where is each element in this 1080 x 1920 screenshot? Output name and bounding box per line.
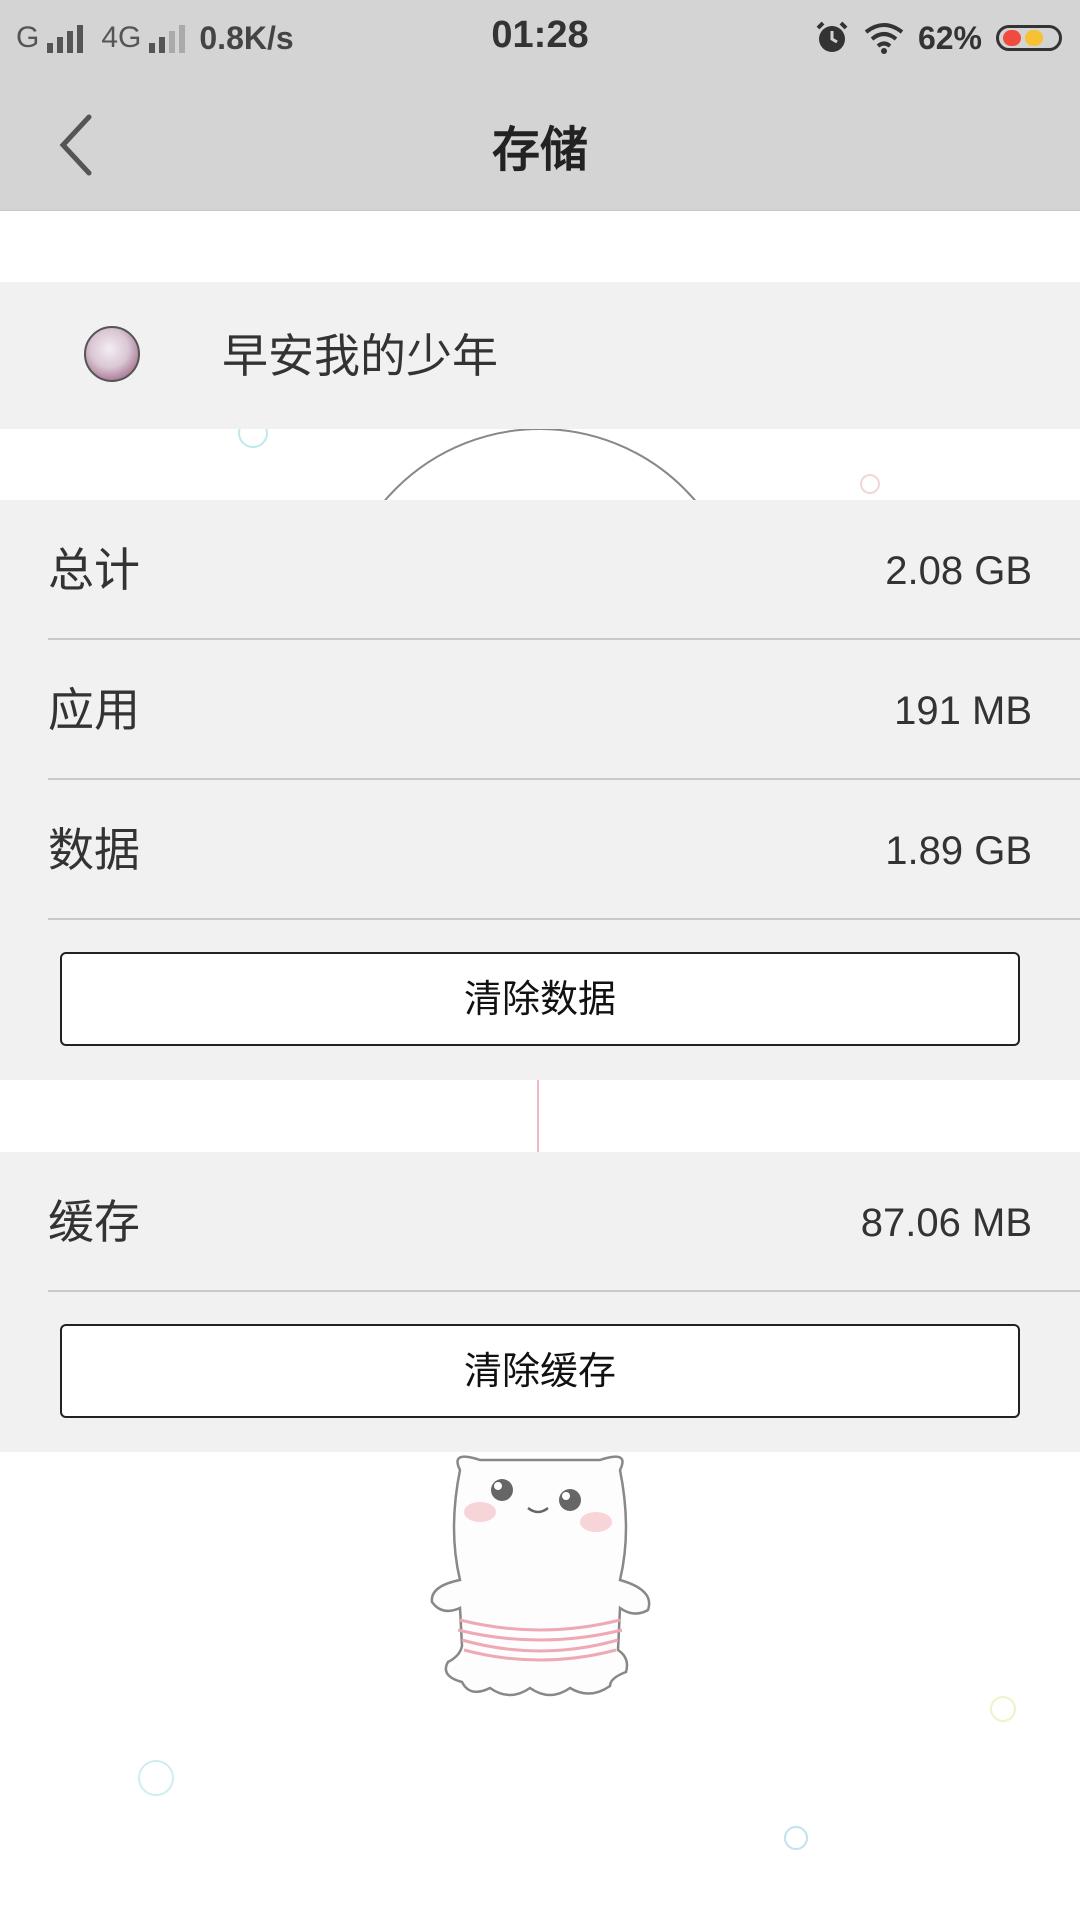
divider-decoration: [537, 1080, 539, 1152]
stat-value: 1.89 GB: [885, 829, 1032, 873]
page-title: 存储: [491, 122, 588, 178]
alarm-icon: [816, 21, 848, 52]
stat-label: 应用: [48, 683, 140, 737]
wifi-icon: [864, 23, 904, 54]
stat-label: 数据: [48, 823, 140, 877]
bubble-decoration: [784, 1826, 808, 1850]
stat-row-cache: 缓存 87.06 MB: [48, 1152, 1080, 1292]
clear-data-button[interactable]: 清除数据: [60, 952, 1020, 1046]
mascot-illustration: [430, 1455, 651, 1697]
clear-cache-button[interactable]: 清除缓存: [60, 1324, 1020, 1418]
bubble-decoration: [990, 1696, 1016, 1722]
stat-label: 总计: [48, 543, 140, 597]
title-bar: 存储: [0, 75, 1080, 211]
bubble-decoration: [138, 1760, 174, 1796]
status-right: 62%: [814, 14, 1062, 62]
stat-value: 191 MB: [894, 689, 1032, 733]
battery-percent: 62%: [917, 19, 982, 56]
stat-row-total: 总计 2.08 GB: [48, 500, 1080, 640]
cache-panel: 缓存 87.06 MB 清除缓存: [0, 1152, 1080, 1452]
app-avatar: [84, 326, 140, 382]
app-info-row: 早安我的少年: [0, 282, 1080, 429]
stat-value: 2.08 GB: [885, 549, 1032, 593]
bubble-decoration: [860, 474, 880, 494]
stat-row-app: 应用 191 MB: [48, 640, 1080, 780]
app-name: 早安我的少年: [222, 329, 498, 383]
status-bar: G 4G 0.8K/s 01:28 62%: [0, 0, 1080, 75]
cache-value: 87.06 MB: [860, 1201, 1032, 1245]
stat-row-data: 数据 1.89 GB: [48, 780, 1080, 920]
storage-stats-panel: 总计 2.08 GB 应用 191 MB 数据 1.89 GB 清除数据: [0, 500, 1080, 1080]
cache-label: 缓存: [48, 1195, 140, 1249]
battery-icon: [996, 25, 1062, 51]
